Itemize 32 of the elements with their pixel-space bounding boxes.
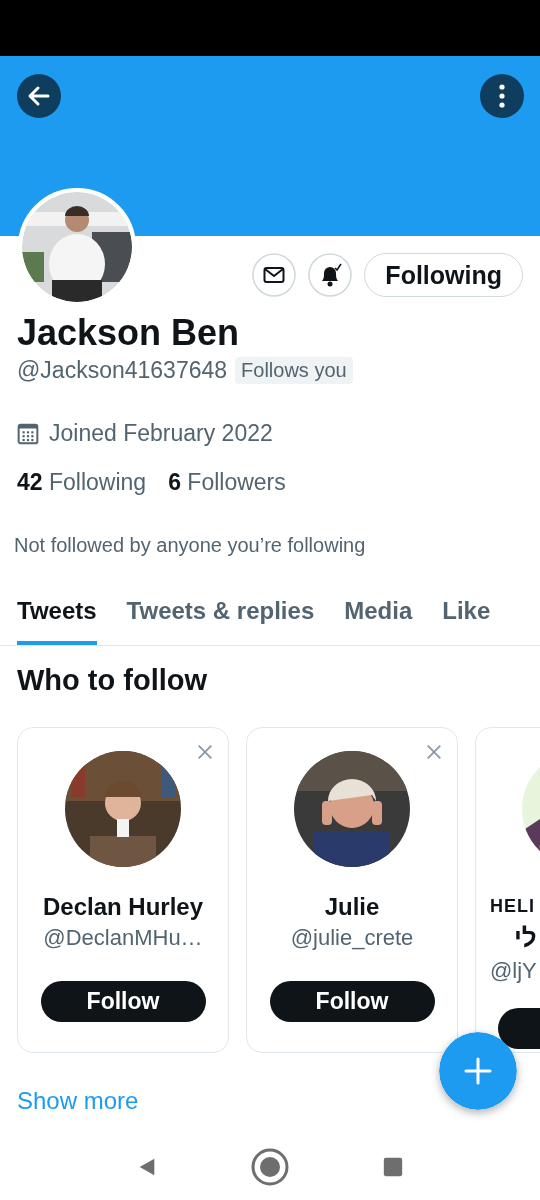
user-name: Declan Hurley: [42, 893, 204, 921]
stat-link[interactable]: 6 Followers: [168, 469, 286, 496]
notification-button[interactable]: [308, 253, 353, 297]
joined-date: Joined February 2022: [49, 420, 273, 447]
mutuals-note: Not followed by anyone you’re following: [14, 534, 367, 557]
follow-button[interactable]: Follow: [40, 981, 206, 1022]
user-name: לי: [514, 923, 537, 954]
profile-tab[interactable]: Media: [344, 583, 413, 645]
profile-handle: @Jackson41637648: [17, 357, 228, 384]
more-button[interactable]: [480, 74, 524, 118]
user-handle: @julie_crete: [290, 925, 414, 951]
message-button[interactable]: [252, 253, 297, 297]
close-icon[interactable]: [425, 743, 443, 761]
home-icon[interactable]: [250, 1147, 290, 1187]
following-button[interactable]: Following: [364, 253, 523, 297]
section-title: Who to follow: [16, 663, 209, 697]
profile-tab[interactable]: Like: [442, 583, 491, 645]
close-icon[interactable]: [196, 743, 214, 761]
follows-you-badge: Follows you: [235, 357, 353, 384]
profile-tab[interactable]: Tweets: [17, 583, 97, 645]
stat-link[interactable]: 42 Following: [17, 469, 147, 496]
profile-tab[interactable]: Tweets & replies: [126, 583, 315, 645]
back-button[interactable]: [17, 74, 61, 118]
user-name: Julie: [324, 893, 380, 921]
calendar-icon: [17, 422, 39, 445]
profile-name: Jackson Ben: [17, 311, 241, 355]
recents-icon[interactable]: [382, 1156, 404, 1178]
follow-button[interactable]: Follow: [269, 981, 435, 1022]
user-handle: @ljY: [490, 958, 537, 984]
user-handle: @DeclanMHu…: [43, 925, 203, 951]
compose-button[interactable]: [439, 1032, 517, 1110]
user-name: HELI: [490, 896, 535, 917]
